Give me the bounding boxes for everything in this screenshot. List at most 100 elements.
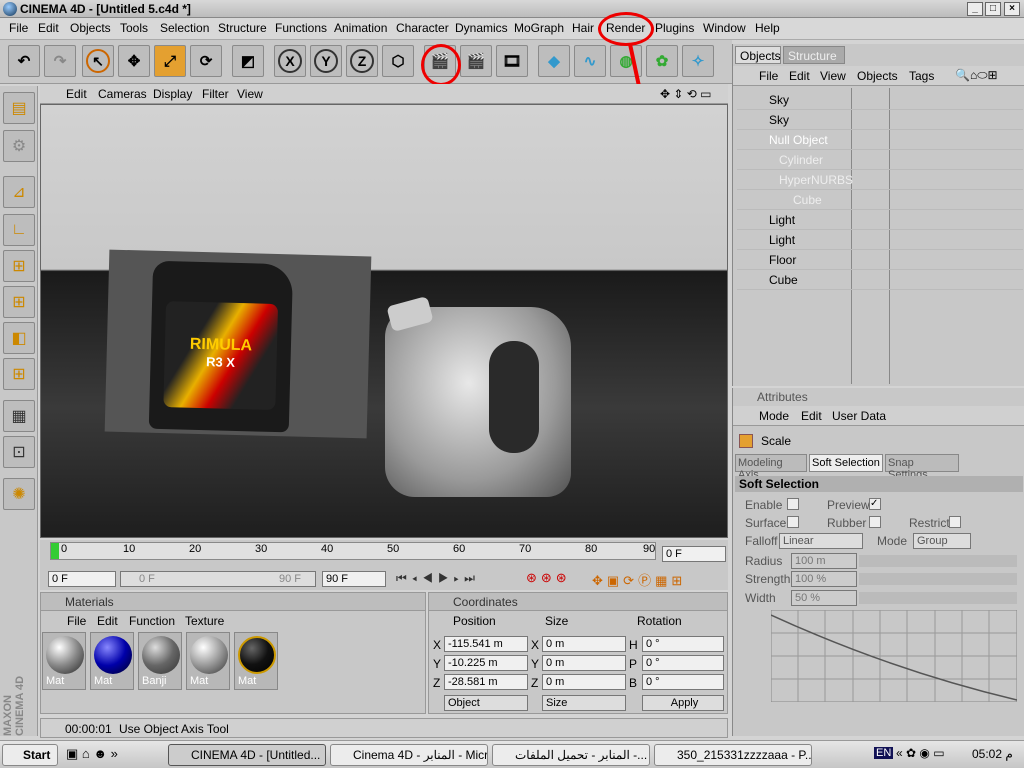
minimize-button[interactable]: _ bbox=[967, 2, 983, 16]
menu-structure[interactable]: Structure bbox=[218, 21, 267, 35]
radius-field[interactable]: 100 m bbox=[791, 553, 857, 569]
surface-checkbox[interactable] bbox=[787, 516, 799, 528]
menu-objects[interactable]: Objects bbox=[70, 21, 111, 35]
playhead[interactable] bbox=[51, 543, 59, 559]
position-y-field[interactable]: -10.225 m bbox=[444, 655, 528, 671]
width-slider[interactable] bbox=[859, 592, 1017, 604]
attr-menu-user-data[interactable]: User Data bbox=[832, 409, 886, 423]
cube-primitive-icon[interactable]: ◆ bbox=[538, 45, 570, 77]
record-keys-icons[interactable]: ⊛⊛⊛ bbox=[526, 570, 571, 586]
enable-checkbox[interactable] bbox=[787, 498, 799, 510]
tab-soft-selection[interactable]: Soft Selection bbox=[809, 454, 883, 472]
task-cinema4d[interactable]: CINEMA 4D - [Untitled... bbox=[168, 744, 326, 766]
frame-range-slider[interactable]: 0 F 90 F bbox=[120, 571, 316, 587]
object-row[interactable]: Sky bbox=[737, 110, 1023, 130]
mat-menu-texture[interactable]: Texture bbox=[185, 614, 224, 628]
object-row[interactable]: Cube bbox=[737, 270, 1023, 290]
restrict-checkbox[interactable] bbox=[949, 516, 961, 528]
rotation-b-field[interactable]: 0 ° bbox=[642, 674, 724, 690]
polygons-icon[interactable]: ◧ bbox=[3, 322, 35, 354]
edges-icon[interactable]: ⊞ bbox=[3, 286, 35, 318]
menu-tools[interactable]: Tools bbox=[120, 21, 148, 35]
position-z-field[interactable]: -28.581 m bbox=[444, 674, 528, 690]
tab-structure[interactable]: Structure bbox=[783, 46, 845, 64]
x-axis-button[interactable]: X bbox=[274, 45, 306, 77]
language-indicator[interactable]: EN bbox=[874, 747, 894, 759]
strength-field[interactable]: 100 % bbox=[791, 571, 857, 587]
task-browser-2[interactable]: المنابر - تحميل الملفات -... bbox=[492, 744, 650, 766]
playback-controls[interactable]: ⏮◂◀▶▸⏭ bbox=[396, 571, 480, 586]
live-selection-icon[interactable]: ↖ bbox=[82, 45, 114, 77]
size-z-field[interactable]: 0 m bbox=[542, 674, 626, 690]
material-swatch[interactable]: Mat bbox=[42, 632, 86, 690]
z-axis-button[interactable]: Z bbox=[346, 45, 378, 77]
model-mode-icon[interactable]: ◩ bbox=[232, 45, 264, 77]
width-field[interactable]: 50 % bbox=[791, 590, 857, 606]
menu-edit[interactable]: Edit bbox=[38, 21, 59, 35]
object-row[interactable]: Sky bbox=[737, 90, 1023, 110]
start-frame-field[interactable]: 0 F bbox=[48, 571, 116, 587]
menu-animation[interactable]: Animation bbox=[334, 21, 387, 35]
object-row[interactable]: Light bbox=[737, 230, 1023, 250]
rotation-h-field[interactable]: 0 ° bbox=[642, 636, 724, 652]
points-icon[interactable]: ⊞ bbox=[3, 250, 35, 282]
axis-tool-icon[interactable]: ⊿ bbox=[3, 176, 35, 208]
radius-slider[interactable] bbox=[859, 555, 1017, 567]
modeled-jug[interactable] bbox=[385, 296, 571, 497]
object-row[interactable]: Cube bbox=[737, 190, 1023, 210]
scale-icon[interactable]: ⤢ bbox=[154, 45, 186, 77]
object-icon[interactable]: ⚙ bbox=[3, 130, 35, 162]
rubber-checkbox[interactable] bbox=[869, 516, 881, 528]
size-y-field[interactable]: 0 m bbox=[542, 655, 626, 671]
position-x-field[interactable]: -115.541 m bbox=[444, 636, 528, 652]
menu-selection[interactable]: Selection bbox=[160, 21, 209, 35]
tray-icons[interactable]: « ✿ ◉ ▭ bbox=[896, 746, 945, 760]
model-icon[interactable]: ⊞ bbox=[3, 358, 35, 390]
mat-menu-edit[interactable]: Edit bbox=[97, 614, 118, 628]
deformer-icon[interactable]: ✧ bbox=[682, 45, 714, 77]
end-frame-field[interactable]: 90 F bbox=[322, 571, 386, 587]
undo-icon[interactable]: ↶ bbox=[8, 45, 40, 77]
tab-snap-settings[interactable]: Snap Settings bbox=[885, 454, 959, 481]
obj-menu-objects[interactable]: Objects bbox=[857, 69, 898, 83]
maximize-button[interactable]: □ bbox=[985, 2, 1001, 16]
vp-menu-cameras[interactable]: Cameras bbox=[98, 87, 147, 101]
material-swatch[interactable]: Mat bbox=[90, 632, 134, 690]
menu-character[interactable]: Character bbox=[396, 21, 449, 35]
start-button[interactable]: Start bbox=[2, 744, 58, 766]
attr-menu-edit[interactable]: Edit bbox=[801, 409, 822, 423]
material-swatch[interactable]: Mat bbox=[186, 632, 230, 690]
rotate-icon[interactable]: ⟳ bbox=[190, 45, 222, 77]
y-axis-button[interactable]: Y bbox=[310, 45, 342, 77]
3d-viewport[interactable]: RIMULA R3 X bbox=[40, 104, 728, 538]
tab-objects[interactable]: Objects bbox=[735, 46, 781, 64]
task-browser-1[interactable]: Cinema 4D - المنابر - Micr... bbox=[330, 744, 488, 766]
quick-launch-icons[interactable]: ▣ ⌂ ☻ » bbox=[66, 746, 118, 762]
falloff-select[interactable]: Linear bbox=[779, 533, 863, 549]
preview-checkbox[interactable]: ✓ bbox=[869, 498, 881, 510]
tab-modeling-axis[interactable]: Modeling Axis bbox=[735, 454, 807, 481]
object-row[interactable]: HyperNURBS bbox=[737, 170, 1023, 190]
attr-menu-mode[interactable]: Mode bbox=[759, 409, 789, 423]
coordinate-system-icon[interactable]: ⬡ bbox=[382, 45, 414, 77]
close-button[interactable]: × bbox=[1004, 2, 1020, 16]
view-icon[interactable]: ▤ bbox=[3, 92, 35, 124]
menu-help[interactable]: Help bbox=[755, 21, 780, 35]
spline-icon[interactable]: ∿ bbox=[574, 45, 606, 77]
workplane-icon[interactable]: ⊡ bbox=[3, 436, 35, 468]
coord-mode-select[interactable]: Object bbox=[444, 695, 528, 711]
mat-menu-function[interactable]: Function bbox=[129, 614, 175, 628]
object-row[interactable]: Null Object bbox=[737, 130, 1023, 150]
axis-icon[interactable]: ∟ bbox=[3, 214, 35, 246]
texture-icon[interactable]: ▦ bbox=[3, 400, 35, 432]
mat-menu-file[interactable]: File bbox=[67, 614, 86, 628]
current-frame-field[interactable]: 0 F bbox=[662, 546, 726, 562]
menu-mograph[interactable]: MoGraph bbox=[514, 21, 564, 35]
array-icon[interactable]: ✿ bbox=[646, 45, 678, 77]
material-swatch[interactable]: Mat bbox=[234, 632, 278, 690]
strength-slider[interactable] bbox=[859, 573, 1017, 585]
size-x-field[interactable]: 0 m bbox=[542, 636, 626, 652]
move-icon[interactable]: ✥ bbox=[118, 45, 150, 77]
render-region-icon[interactable]: 🎬 bbox=[460, 45, 492, 77]
timeline-ruler[interactable]: 0 10 20 30 40 50 60 70 80 90 bbox=[50, 542, 656, 560]
